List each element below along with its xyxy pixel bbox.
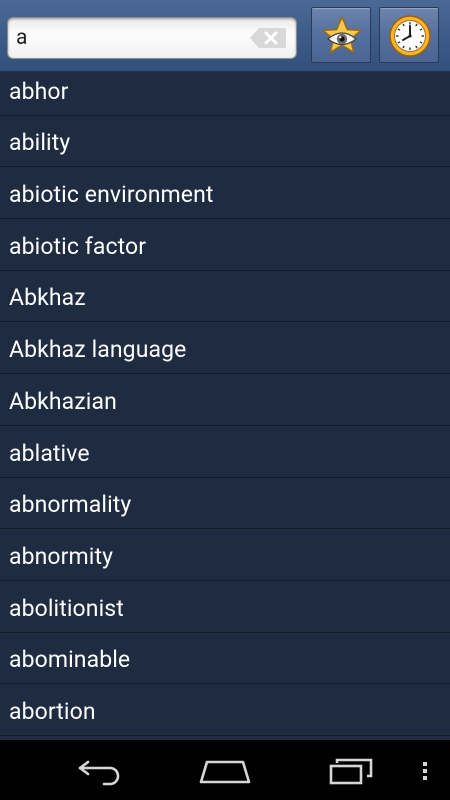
list-item[interactable]: abiotic factor: [0, 219, 450, 271]
overflow-menu-icon[interactable]: [417, 754, 433, 786]
top-toolbar: [0, 0, 450, 72]
clear-text-icon[interactable]: [250, 28, 286, 48]
system-navigation-bar: [0, 740, 450, 800]
list-item-label: Abkhaz: [9, 284, 86, 312]
list-item-label: abiotic factor: [9, 232, 147, 260]
list-item-label: abnormity: [9, 542, 114, 570]
list-item-label: abominable: [9, 646, 131, 674]
list-item[interactable]: abhor: [0, 64, 450, 116]
search-box[interactable]: [7, 17, 297, 59]
list-item[interactable]: abiotic environment: [0, 167, 450, 220]
list-item[interactable]: abolitionist: [0, 581, 450, 633]
list-item-label: Abkhaz language: [9, 336, 187, 364]
list-item-label: ability: [9, 129, 71, 157]
list-item-label: abortion: [9, 697, 96, 725]
list-item[interactable]: Abkhaz language: [0, 322, 450, 375]
list-item[interactable]: abnormity: [0, 529, 450, 581]
star-eye-icon: [322, 16, 362, 54]
list-item[interactable]: Abkhazian: [0, 374, 450, 426]
search-input[interactable]: [16, 18, 246, 58]
list-item[interactable]: abnormality: [0, 478, 450, 530]
back-icon[interactable]: [74, 754, 124, 786]
list-item-label: abnormality: [9, 491, 132, 519]
list-item[interactable]: Abkhaz: [0, 271, 450, 323]
favorites-button[interactable]: [311, 7, 371, 63]
screen: abhor ability abiotic environment abioti…: [0, 0, 450, 800]
list-item-label: ablative: [9, 439, 90, 467]
list-item-label: abhor: [9, 77, 69, 105]
word-list[interactable]: abhor ability abiotic environment abioti…: [0, 64, 450, 740]
list-item-label: abolitionist: [9, 594, 124, 622]
recents-icon[interactable]: [327, 754, 377, 786]
list-item[interactable]: ablative: [0, 426, 450, 478]
list-item[interactable]: abominable: [0, 633, 450, 685]
list-item-label: abiotic environment: [9, 181, 214, 209]
list-item-label: Abkhazian: [9, 387, 117, 415]
list-item[interactable]: abortion: [0, 684, 450, 736]
list-item[interactable]: ability: [0, 116, 450, 168]
history-button[interactable]: [379, 7, 439, 63]
home-icon[interactable]: [199, 754, 251, 786]
clock-icon: [389, 15, 431, 57]
